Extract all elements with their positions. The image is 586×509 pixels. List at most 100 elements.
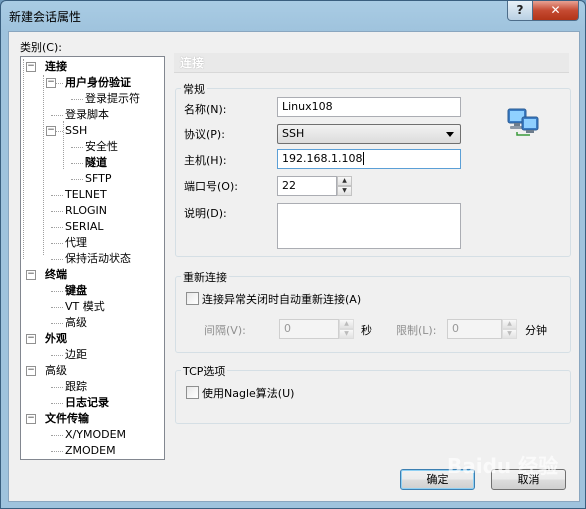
auto-reconnect-label: 连接异常关闭时自动重新连接(A): [202, 293, 362, 306]
name-field[interactable]: Linux108: [277, 97, 461, 117]
tree-connector: [51, 243, 63, 244]
tree-item[interactable]: 跟踪: [65, 379, 87, 395]
tree-collapse-icon[interactable]: −: [26, 270, 36, 280]
tree-connector: [51, 291, 63, 292]
tree-item[interactable]: SERIAL: [65, 219, 103, 235]
chevron-down-icon: [446, 132, 454, 137]
spin-up-icon[interactable]: ▲: [502, 319, 517, 329]
tree-connector: [51, 211, 63, 212]
tree-item[interactable]: VT 模式: [65, 299, 105, 315]
tree-connector: [51, 403, 63, 404]
nagle-checkbox[interactable]: [186, 386, 199, 399]
tree-connector: [51, 307, 63, 308]
tree-item[interactable]: 日志记录: [65, 395, 109, 411]
description-field[interactable]: [277, 203, 461, 249]
tree-connector: [51, 115, 63, 116]
tree-item[interactable]: ZMODEM: [65, 443, 116, 459]
tree-collapse-icon[interactable]: −: [46, 78, 56, 88]
limit-unit: 分钟: [525, 324, 547, 337]
watermark-logo: Baidu 经验: [447, 454, 559, 478]
reconnect-group-title: 重新连接: [181, 269, 229, 285]
tree-item[interactable]: 外观: [45, 331, 67, 347]
tree-item[interactable]: RLOGIN: [65, 203, 107, 219]
tree-connector: [51, 387, 63, 388]
interval-unit: 秒: [361, 324, 372, 337]
port-field[interactable]: 22: [277, 176, 337, 196]
tree-item[interactable]: SFTP: [85, 171, 111, 187]
tree-item[interactable]: 保持活动状态: [65, 251, 131, 267]
tree-item[interactable]: 键盘: [65, 283, 87, 299]
window-title: 新建会话属性: [9, 10, 82, 24]
interval-label: 间隔(V):: [204, 324, 246, 337]
text-caret: [363, 152, 365, 165]
category-label: 类别(C):: [20, 41, 62, 54]
tree-item[interactable]: 高级: [65, 315, 87, 331]
tree-item[interactable]: X/YMODEM: [65, 427, 126, 443]
interval-spinner[interactable]: ▲ ▼: [339, 319, 354, 339]
spin-up-icon[interactable]: ▲: [339, 319, 354, 329]
general-group-title: 常规: [181, 81, 207, 97]
tree-item[interactable]: 终端: [45, 267, 67, 283]
tree-item[interactable]: 高级: [45, 363, 67, 379]
tree-connector: [51, 451, 63, 452]
tree-item[interactable]: 隧道: [85, 155, 107, 171]
auto-reconnect-checkbox[interactable]: [186, 292, 199, 305]
tree-item[interactable]: 登录提示符: [85, 91, 140, 107]
limit-field[interactable]: 0: [447, 319, 502, 339]
spin-up-icon[interactable]: ▲: [337, 176, 352, 186]
tree-item[interactable]: 连接: [45, 59, 67, 75]
close-button[interactable]: ✕: [532, 1, 579, 21]
tree-item[interactable]: TELNET: [65, 187, 107, 203]
tree-connector: [23, 59, 24, 259]
host-label: 主机(H):: [184, 154, 227, 167]
tree-collapse-icon[interactable]: −: [26, 334, 36, 344]
tree-collapse-icon[interactable]: −: [26, 62, 36, 72]
spin-down-icon[interactable]: ▼: [337, 186, 352, 196]
panel-heading: 连接: [174, 53, 569, 73]
port-label: 端口号(O):: [184, 180, 238, 193]
dialog-window: 新建会话属性 ? ✕ 类别(C): − 连接 − 用户身份验证 登录提示符 登录脚本 − SS…: [0, 0, 586, 509]
spin-down-icon[interactable]: ▼: [502, 329, 517, 339]
tree-connector: [71, 147, 83, 148]
tree-connector: [51, 435, 63, 436]
limit-spinner[interactable]: ▲ ▼: [502, 319, 517, 339]
tree-connector: [51, 259, 63, 260]
description-label: 说明(D):: [184, 207, 227, 220]
tree-connector: [71, 179, 83, 180]
limit-label: 限制(L):: [396, 324, 437, 337]
tree-connector: [63, 121, 64, 169]
tree-collapse-icon[interactable]: −: [26, 414, 36, 424]
tree-connector: [43, 75, 44, 255]
tree-connector: [51, 227, 63, 228]
tree-item[interactable]: 边距: [65, 347, 87, 363]
tree-collapse-icon[interactable]: −: [46, 126, 56, 136]
tree-item[interactable]: 用户身份验证: [65, 75, 131, 91]
tree-connector: [51, 355, 63, 356]
protocol-label: 协议(P):: [184, 128, 225, 141]
tree-item[interactable]: 安全性: [85, 139, 118, 155]
tree-connector: [71, 99, 83, 100]
dialog-client-area: 类别(C): − 连接 − 用户身份验证 登录提示符 登录脚本 − SSH 安全性 隧道 SFTP T…: [8, 31, 580, 502]
category-tree[interactable]: − 连接 − 用户身份验证 登录提示符 登录脚本 − SSH 安全性 隧道 SFTP TELNET RL…: [20, 56, 165, 460]
reconnect-group: [175, 276, 571, 353]
tree-collapse-icon[interactable]: −: [26, 366, 36, 376]
protocol-value: SSH: [282, 127, 305, 140]
network-computer-icon: [507, 108, 539, 136]
tree-item[interactable]: 登录脚本: [65, 107, 109, 123]
name-label: 名称(N):: [184, 103, 227, 116]
tree-item[interactable]: 代理: [65, 235, 87, 251]
protocol-select[interactable]: SSH: [277, 124, 461, 144]
host-value: 192.168.1.108: [282, 152, 363, 165]
interval-field[interactable]: 0: [279, 319, 339, 339]
spin-down-icon[interactable]: ▼: [339, 329, 354, 339]
title-bar[interactable]: 新建会话属性 ? ✕: [1, 1, 585, 31]
tcp-group-title: TCP选项: [181, 363, 228, 379]
tree-connector: [71, 163, 83, 164]
tree-item[interactable]: 文件传输: [45, 411, 89, 427]
tree-item[interactable]: SSH: [65, 123, 87, 139]
help-button[interactable]: ?: [507, 1, 533, 21]
nagle-label: 使用Nagle算法(U): [202, 387, 295, 400]
tree-connector: [51, 195, 63, 196]
port-spinner[interactable]: ▲ ▼: [337, 176, 352, 196]
host-field[interactable]: 192.168.1.108: [277, 149, 461, 169]
